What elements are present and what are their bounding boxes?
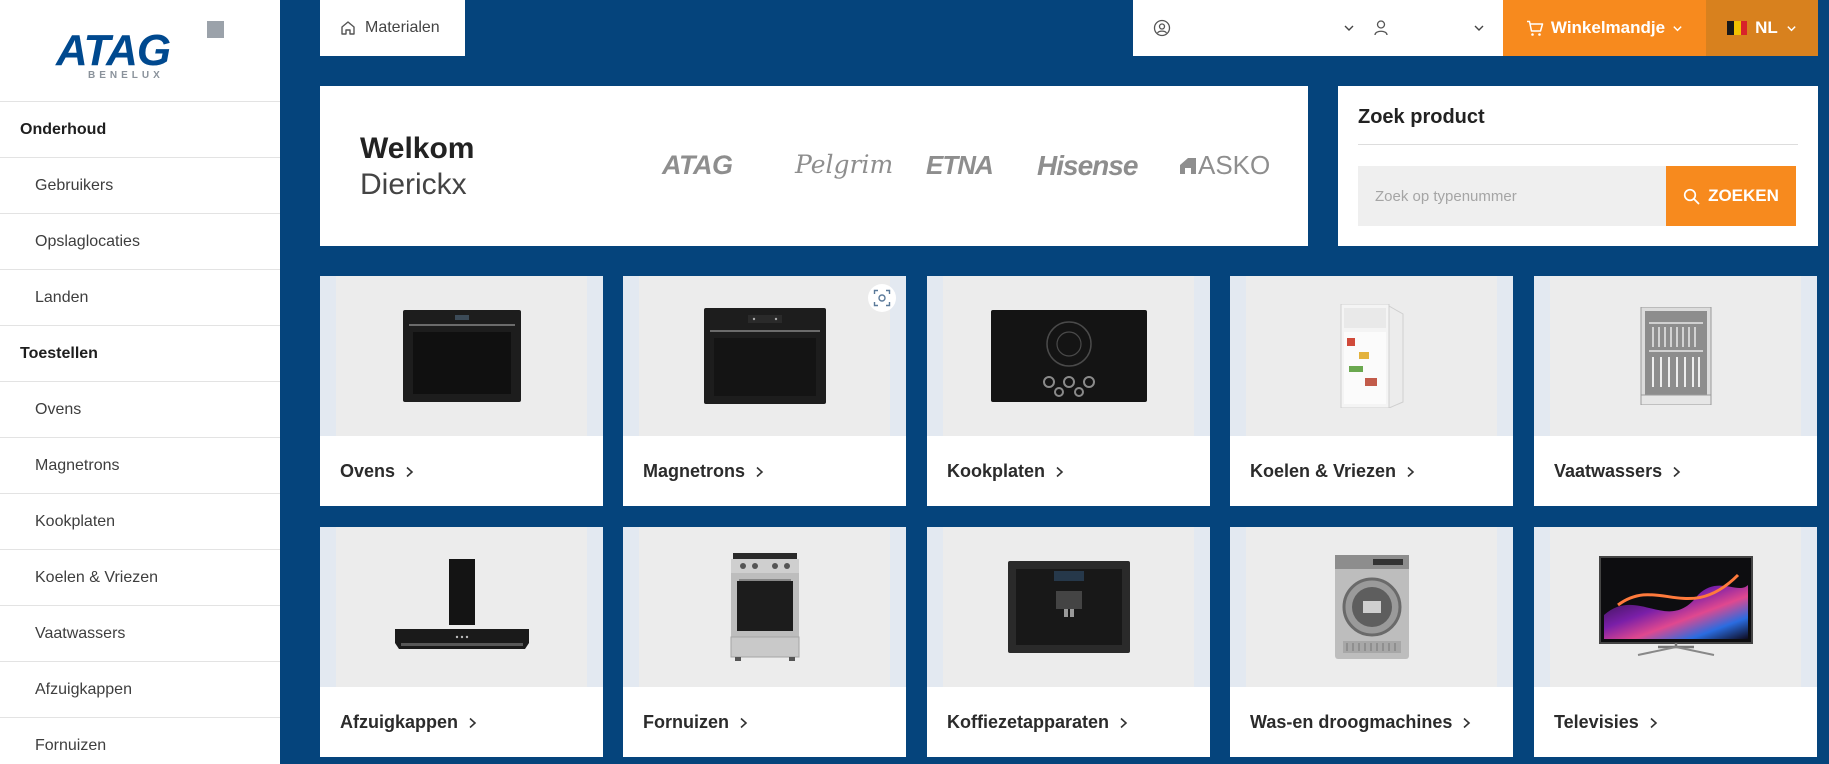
sidebar-item-afzuigkappen[interactable]: Afzuigkappen	[0, 662, 280, 718]
fridge-image	[1230, 276, 1513, 436]
chevron-down-icon	[1344, 25, 1354, 31]
brand-logo-hisense: Hisense	[1037, 150, 1138, 181]
category-label: Magnetrons	[643, 461, 764, 482]
category-label: Vaatwassers	[1554, 461, 1681, 482]
user-icon	[1374, 20, 1388, 36]
category-card-kookplaten[interactable]: Kookplaten	[927, 276, 1210, 506]
logo-square	[207, 21, 224, 38]
sidebar: ATAG BENELUX Onderhoud Gebruikers Opslag…	[0, 0, 280, 764]
category-card-vaatwassers[interactable]: Vaatwassers	[1534, 276, 1817, 506]
scan-icon[interactable]	[868, 284, 896, 312]
user-circle-icon	[1153, 19, 1171, 37]
top-controls	[1133, 0, 1503, 56]
dishwasher-image	[1534, 276, 1817, 436]
logo-subtitle: BENELUX	[88, 70, 164, 81]
category-label: Televisies	[1554, 712, 1658, 733]
sidebar-item-opslaglocaties[interactable]: Opslaglocaties	[0, 214, 280, 270]
chevron-right-icon	[1463, 717, 1471, 728]
welcome-panel: Welkom Dierickx ATAG Pelgrim ETNA Hisens…	[320, 86, 1308, 246]
sidebar-item-landen[interactable]: Landen	[0, 270, 280, 326]
sidebar-item-gebruikers[interactable]: Gebruikers	[0, 158, 280, 214]
sidebar-header-toestellen[interactable]: Toestellen	[0, 326, 280, 382]
category-card-magnetrons[interactable]: Magnetrons	[623, 276, 906, 506]
home-icon	[341, 21, 355, 35]
sidebar-item-fornuizen[interactable]: Fornuizen	[0, 718, 280, 764]
sidebar-item-koelen-vriezen[interactable]: Koelen & Vriezen	[0, 550, 280, 606]
language-select[interactable]: NL	[1706, 0, 1818, 56]
search-icon	[1683, 188, 1700, 204]
chevron-right-icon	[1120, 717, 1128, 728]
category-card-koelen-vriezen[interactable]: Koelen & Vriezen	[1230, 276, 1513, 506]
cart-label: Winkelmandje	[1550, 18, 1666, 37]
cart-icon	[1526, 20, 1544, 36]
search-panel: Zoek product ZOEKEN	[1338, 86, 1818, 246]
sidebar-item-vaatwassers[interactable]: Vaatwassers	[0, 606, 280, 662]
category-card-koffiezetapparaten[interactable]: Koffiezetapparaten	[927, 527, 1210, 757]
brand-logo-pelgrim: Pelgrim	[795, 150, 894, 179]
search-input[interactable]	[1358, 166, 1666, 226]
chevron-right-icon	[1056, 466, 1064, 477]
chevron-right-icon	[1673, 466, 1681, 477]
chevron-right-icon	[1407, 466, 1415, 477]
hob-image	[927, 276, 1210, 436]
welcome-title: Welkom	[360, 132, 475, 165]
chevron-right-icon	[756, 466, 764, 477]
chevron-right-icon	[1650, 717, 1657, 728]
chevron-right-icon	[406, 466, 414, 477]
search-button-label: ZOEKEN	[1708, 186, 1779, 205]
sidebar-item-ovens[interactable]: Ovens	[0, 382, 280, 438]
brand-logo-atag: ATAG	[662, 150, 733, 180]
category-card-was-en-droogmachines[interactable]: Was-en droogmachines	[1230, 527, 1513, 757]
search-button[interactable]: ZOEKEN	[1666, 166, 1796, 226]
chevron-down-icon	[1787, 25, 1796, 31]
sidebar-header-onderhoud[interactable]: Onderhoud	[0, 102, 280, 158]
chevron-down-icon	[1673, 25, 1682, 31]
cart-button[interactable]: Winkelmandje	[1503, 0, 1706, 56]
breadcrumb-label: Materialen	[365, 19, 440, 36]
oven-image	[320, 276, 603, 436]
dryer-image	[1230, 527, 1513, 687]
microwave-image	[623, 276, 906, 436]
asko-mark-icon	[1180, 158, 1196, 174]
category-label: Koffiezetapparaten	[947, 712, 1128, 733]
chevron-right-icon	[469, 717, 477, 728]
account-select[interactable]	[1153, 0, 1354, 56]
category-card-afzuigkappen[interactable]: Afzuigkappen	[320, 527, 603, 757]
cooker-image	[623, 527, 906, 687]
category-card-fornuizen[interactable]: Fornuizen	[623, 527, 906, 757]
logo[interactable]: ATAG BENELUX	[0, 0, 280, 102]
sidebar-item-magnetrons[interactable]: Magnetrons	[0, 438, 280, 494]
user-select[interactable]	[1373, 0, 1493, 56]
logo-text: ATAG	[56, 26, 171, 75]
category-label: Koelen & Vriezen	[1250, 461, 1415, 482]
breadcrumb[interactable]: Materialen	[320, 0, 465, 56]
brand-logo-asko: ASKO	[1178, 150, 1270, 181]
coffee-machine-image	[927, 527, 1210, 687]
search-title: Zoek product	[1358, 106, 1485, 128]
chevron-down-icon	[1474, 25, 1484, 31]
category-label: Fornuizen	[643, 712, 748, 733]
category-label: Kookplaten	[947, 461, 1064, 482]
television-image	[1534, 527, 1817, 687]
welcome-user-name: Dierickx	[360, 168, 467, 201]
category-label: Was-en droogmachines	[1250, 712, 1471, 733]
hood-image	[320, 527, 603, 687]
category-card-televisies[interactable]: Televisies	[1534, 527, 1817, 757]
category-card-ovens[interactable]: Ovens	[320, 276, 603, 506]
language-label: NL	[1755, 18, 1778, 37]
brand-logo-etna: ETNA	[926, 150, 994, 180]
sidebar-item-kookplaten[interactable]: Kookplaten	[0, 494, 280, 550]
category-label: Afzuigkappen	[340, 712, 477, 733]
chevron-right-icon	[740, 717, 748, 728]
belgium-flag-icon	[1727, 21, 1748, 35]
divider	[1358, 144, 1798, 145]
category-label: Ovens	[340, 461, 414, 482]
